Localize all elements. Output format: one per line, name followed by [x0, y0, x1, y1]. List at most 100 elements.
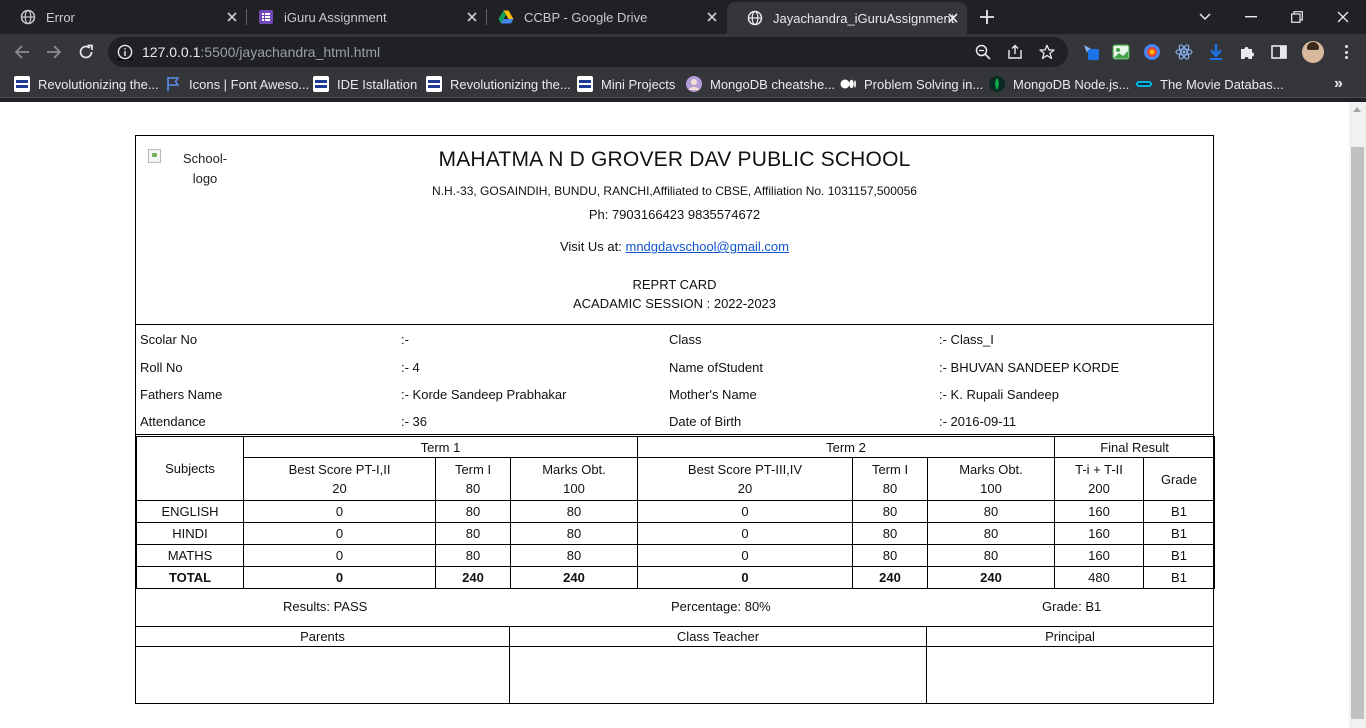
bookmark-item[interactable]: MongoDB cheatshe... — [686, 75, 835, 93]
signature-parents: Parents — [136, 627, 510, 703]
field-value: :- BHUVAN SANDEEP KORDE — [939, 360, 1120, 375]
tab-search-button[interactable] — [1192, 4, 1218, 30]
profile-avatar[interactable] — [1302, 41, 1324, 63]
table-cell: 80 — [435, 522, 511, 545]
forward-button[interactable] — [41, 39, 67, 65]
browser-menu-button[interactable] — [1338, 43, 1354, 61]
scrollbar-thumb[interactable] — [1351, 147, 1364, 719]
table-cell: 80 — [927, 544, 1055, 567]
school-email-link[interactable]: mndgdavschool@gmail.com — [626, 239, 790, 254]
bookmark-star-icon[interactable] — [1038, 43, 1056, 61]
tab-strip: Error iGuru Assignment CCBP - Google Dri… — [0, 0, 1366, 34]
table-cell: 0 — [243, 544, 436, 567]
tab-google-drive[interactable]: CCBP - Google Drive — [478, 0, 726, 34]
table-row: ENGLISH 0 80 80 0 80 80 160 B1 — [136, 500, 1216, 523]
signature-section: Parents Class Teacher Principal — [136, 627, 1213, 703]
extension-image-icon[interactable] — [1112, 43, 1130, 61]
nxtwave-icon — [313, 76, 329, 92]
download-icon[interactable] — [1207, 43, 1225, 61]
term2-header: Term 2 — [637, 436, 1055, 458]
plus-icon — [980, 10, 994, 24]
tab-iguru-assignment[interactable]: iGuru Assignment — [238, 0, 486, 34]
table-cell: B1 — [1142, 544, 1216, 567]
student-details: Scolar No :- Class :- Class_I Roll No :-… — [136, 326, 1213, 435]
extension-color-icon[interactable] — [1143, 43, 1161, 61]
flag-icon — [165, 76, 181, 92]
vertical-scrollbar[interactable] — [1349, 102, 1366, 728]
tab-jayachandra-assignment[interactable]: Jayachandra_iGuruAssignment — [727, 2, 967, 34]
field-value: :- 2016-09-11 — [939, 414, 1017, 429]
student-row: Scolar No :- Class :- Class_I — [136, 332, 1213, 352]
subjects-header: Subjects — [136, 436, 244, 501]
table-cell: 160 — [1054, 522, 1144, 545]
field-label: Class — [669, 332, 702, 347]
table-cell: B1 — [1142, 522, 1216, 545]
minimize-button[interactable] — [1238, 4, 1264, 30]
bookmark-item[interactable]: Icons | Font Aweso... — [165, 75, 309, 93]
bookmark-item[interactable]: Revolutionizing the... — [426, 75, 571, 93]
address-bar[interactable]: 127.0.0.1:5500/jayachandra_html.html — [108, 37, 1068, 67]
window-close-button[interactable] — [1330, 4, 1356, 30]
table-cell: 0 — [637, 500, 853, 523]
column-header: Best Score PT-III,IV 20 — [637, 457, 853, 501]
bookmark-item[interactable]: Revolutionizing the... — [14, 75, 159, 93]
react-devtools-icon[interactable] — [1175, 43, 1193, 61]
table-row: MATHS 0 80 80 0 80 80 160 B1 — [136, 544, 1216, 567]
school-phone: Ph: 7903166423 9835574672 — [588, 207, 761, 222]
table-cell: 80 — [435, 544, 511, 567]
table-subheader-row: Best Score PT-I,II 20 Term I 80 Marks Obt.… — [137, 457, 1216, 501]
subject-cell: ENGLISH — [136, 500, 244, 523]
restore-icon — [1291, 11, 1303, 23]
column-header: Best Score PT-I,II 20 — [243, 457, 436, 501]
result-grade: Grade: B1 — [1042, 599, 1102, 614]
browser-toolbar: 127.0.0.1:5500/jayachandra_html.html — [0, 34, 1366, 70]
student-row: Attendance :- 36 Date of Birth :- 2016-0… — [136, 414, 1213, 434]
bookmark-item[interactable]: IDE Istallation — [313, 75, 417, 93]
bookmarks-overflow-chevron-icon[interactable]: » — [1334, 75, 1343, 93]
table-cell: 80 — [852, 544, 928, 567]
school-name: MAHATMA N D GROVER DAV PUBLIC SCHOOL — [438, 148, 911, 171]
term1-header: Term 1 — [243, 436, 638, 458]
tab-error[interactable]: Error — [0, 0, 246, 34]
table-cell: 80 — [510, 544, 638, 567]
tmdb-icon — [1136, 76, 1152, 92]
field-label: Attendance — [140, 414, 206, 429]
table-header-row: Subjects Term 1 Term 2 Final Result — [136, 436, 1216, 501]
extensions-puzzle-icon[interactable] — [1238, 43, 1256, 61]
new-tab-button[interactable] — [976, 6, 998, 28]
reload-button[interactable] — [73, 39, 99, 65]
close-icon[interactable] — [704, 9, 720, 25]
zoom-icon[interactable] — [974, 43, 992, 61]
bookmark-item[interactable]: Problem Solving in... — [840, 75, 983, 93]
side-panel-icon[interactable] — [1270, 43, 1288, 61]
toolbar-divider — [0, 98, 1366, 102]
column-header: Term I 80 — [852, 457, 928, 501]
share-icon[interactable] — [1006, 43, 1024, 61]
info-icon[interactable] — [117, 44, 133, 60]
avatar-icon — [686, 76, 702, 92]
back-button[interactable] — [9, 39, 35, 65]
scroll-up-arrow-icon[interactable] — [1353, 107, 1361, 112]
bookmark-item[interactable]: Mini Projects — [577, 75, 675, 93]
table-row: HINDI 0 80 80 0 80 80 160 B1 — [136, 522, 1216, 545]
bookmark-item[interactable]: The Movie Databas... — [1136, 75, 1284, 93]
minimize-icon — [1245, 16, 1257, 18]
result-summary: Results: PASS Percentage: 80% Grade: B1 — [136, 585, 1213, 627]
extension-cursor-icon[interactable] — [1082, 43, 1100, 61]
table-cell: 0 — [637, 522, 853, 545]
nxtwave-icon — [426, 76, 442, 92]
table-cell: 0 — [243, 500, 436, 523]
tab-title: CCBP - Google Drive — [524, 9, 648, 25]
result-percentage: Percentage: 80% — [671, 599, 771, 614]
column-header: Marks Obt. 100 — [927, 457, 1055, 501]
report-header: School-logo MAHATMA N D GROVER DAV PUBLI… — [136, 136, 1213, 325]
final-result-header: Final Result — [1053, 436, 1216, 458]
school-contact: Visit Us at: mndgdavschool@gmail.com — [559, 239, 790, 254]
bookmark-item[interactable]: MongoDB Node.js... — [989, 75, 1129, 93]
nxtwave-icon — [577, 76, 593, 92]
restore-button[interactable] — [1284, 4, 1310, 30]
tab-title: Error — [46, 9, 75, 25]
field-value: :- K. Rupali Sandeep — [939, 387, 1059, 402]
table-cell: 80 — [510, 500, 638, 523]
close-icon[interactable] — [945, 10, 961, 26]
